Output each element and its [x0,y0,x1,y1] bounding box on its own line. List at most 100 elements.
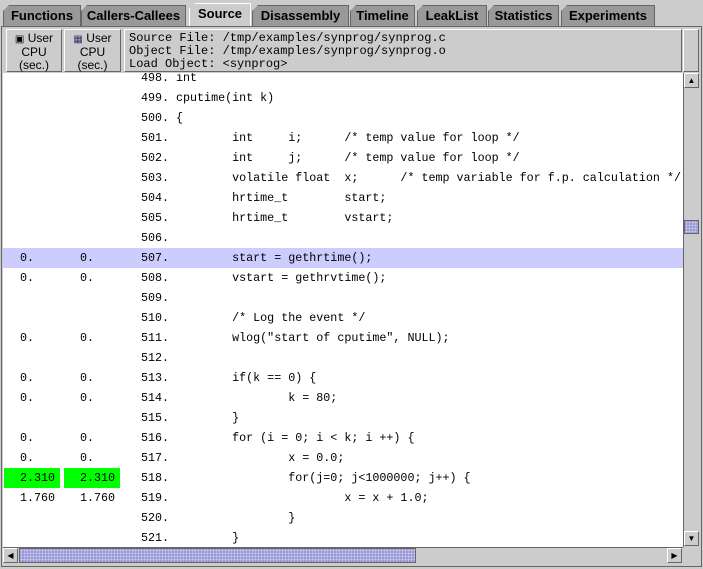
exclusive-user-cpu-value [4,188,60,208]
line-number: 507. [140,251,169,265]
column-header-inclusive-user-cpu[interactable]: ▦ User CPU (sec.) [64,29,121,72]
line-number: 514. [140,391,169,405]
tab-functions[interactable]: Functions [3,5,81,26]
source-line-row[interactable]: 506. [3,228,683,248]
header-scroll-filler [683,29,699,72]
exclusive-user-cpu-value [4,508,60,528]
source-line-row[interactable]: 0. 0. 517. x = 0.0; [3,448,683,468]
source-line-row[interactable]: 512. [3,348,683,368]
source-code: k = 80; [176,391,338,405]
line-number: 505. [140,211,169,225]
source-line-row[interactable]: 505. hrtime_t vstart; [3,208,683,228]
line-number: 501. [140,131,169,145]
tab-callers-callees[interactable]: Callers-Callees [81,5,186,26]
scroll-up-icon[interactable]: ▲ [684,73,699,88]
tab-source[interactable]: Source [189,3,251,27]
inclusive-user-cpu-value [64,108,120,128]
source-line-row[interactable]: 501. int i; /* temp value for loop */ [3,128,683,148]
source-line-row[interactable]: 0. 0. 513. if(k == 0) { [3,368,683,388]
source-line-row[interactable]: 1.760 1.760 519. x = x + 1.0; [3,488,683,508]
scroll-right-icon[interactable]: ▶ [667,548,682,563]
source-line-row[interactable]: 520. } [3,508,683,528]
tab-leaklist[interactable]: LeakList [417,5,487,26]
inclusive-user-cpu-value: 0. [80,251,95,265]
exclusive-user-cpu-value [4,308,60,328]
exclusive-user-cpu-value [4,288,60,308]
line-number: 510. [140,311,169,325]
inclusive-user-cpu-value [64,348,120,368]
tab-statistics[interactable]: Statistics [488,5,559,26]
source-code: int [176,73,198,85]
source-column-header[interactable]: Source File: /tmp/examples/synprog/synpr… [124,29,682,72]
scroll-left-icon[interactable]: ◀ [3,548,18,563]
source-code: cputime(int k) [176,91,275,105]
source-code: start = gethrtime(); [176,251,373,265]
tab-experiments[interactable]: Experiments [561,5,655,26]
tab-disassembly[interactable]: Disassembly [252,5,349,26]
exclusive-user-cpu-value [4,148,60,168]
exclusive-user-cpu-value: 0. [20,431,35,445]
source-line-row[interactable]: 0. 0. 507. start = gethrtime(); [3,248,683,268]
inclusive-user-cpu-value [64,208,120,228]
source-code: hrtime_t vstart; [176,211,394,225]
inclusive-user-cpu-value: 0. [80,271,95,285]
source-line-row[interactable]: 0. 0. 514. k = 80; [3,388,683,408]
exclusive-user-cpu-value: 0. [20,371,35,385]
inclusive-user-cpu-value [64,88,120,108]
exclusive-user-cpu-value [4,108,60,128]
source-line-row[interactable]: 0. 0. 516. for (i = 0; i < k; i ++) { [3,428,683,448]
source-code: } [176,411,240,425]
scroll-down-icon[interactable]: ▼ [684,531,699,546]
horizontal-scrollbar[interactable]: ◀ ▶ [3,547,683,563]
inclusive-user-cpu-value: 1.760 [80,491,116,505]
column-header-exclusive-user-cpu[interactable]: ▣ User CPU (sec.) [6,29,62,72]
inclusive-user-cpu-value [64,408,120,428]
inclusive-metric-icon: ▦ [73,34,83,45]
exclusive-user-cpu-value: 0. [20,251,35,265]
source-code: } [176,511,296,525]
source-code: int i; /* temp value for loop */ [176,131,520,145]
vertical-scroll-thumb[interactable] [684,220,699,234]
line-number: 498. [140,73,169,85]
inclusive-user-cpu-value: 2.310 [64,468,120,488]
exclusive-user-cpu-value: 0. [20,271,35,285]
exclusive-user-cpu-value [4,168,60,188]
source-line-row[interactable]: 502. int j; /* temp value for loop */ [3,148,683,168]
source-line-row[interactable]: 510. /* Log the event */ [3,308,683,328]
vertical-scrollbar[interactable]: ▲ ▼ [683,73,699,547]
source-line-row[interactable]: 2.310 2.310 518. for(j=0; j<1000000; j++) … [3,468,683,488]
source-code: for(j=0; j<1000000; j++) { [176,471,471,485]
source-line-row[interactable]: 504. hrtime_t start; [3,188,683,208]
source-code: /* Log the event */ [176,311,366,325]
source-line-row[interactable]: 515. } [3,408,683,428]
line-number: 519. [140,491,169,505]
exclusive-user-cpu-value: 0. [20,451,35,465]
source-code: x = 0.0; [176,451,345,465]
source-code: if(k == 0) { [176,371,317,385]
tab-timeline[interactable]: Timeline [350,5,415,26]
source-listing[interactable]: 498. int 499. cputime(int k) 500. {501. int i… [3,73,683,547]
source-code: for (i = 0; i < k; i ++) { [176,431,415,445]
source-code: { [176,111,184,125]
line-number: 521. [140,531,169,545]
exclusive-user-cpu-value [4,228,60,248]
source-line-row[interactable]: 0. 0. 511. wlog("start of cputime", NULL); [3,328,683,348]
source-line-row[interactable]: 0. 0. 508. vstart = gethrvtime(); [3,268,683,288]
source-line-row[interactable]: 500. { [3,108,683,128]
inclusive-user-cpu-value: 0. [80,331,95,345]
exclusive-user-cpu-value [4,528,60,547]
source-line-row[interactable]: 499. cputime(int k) [3,88,683,108]
inclusive-user-cpu-value: 0. [80,451,95,465]
line-number: 499. [140,91,169,105]
source-line-row[interactable]: 498. int [3,73,683,88]
source-line-row[interactable]: 503. volatile float x; /* temp variable … [3,168,683,188]
inclusive-user-cpu-value: 0. [80,391,95,405]
source-line-row[interactable]: 509. [3,288,683,308]
horizontal-scroll-thumb[interactable] [19,548,416,563]
source-code: wlog("start of cputime", NULL); [176,331,450,345]
line-number: 504. [140,191,169,205]
exclusive-metric-icon: ▣ [14,34,25,45]
source-line-row[interactable]: 521. } [3,528,683,547]
inclusive-user-cpu-value [64,188,120,208]
line-number: 513. [140,371,169,385]
